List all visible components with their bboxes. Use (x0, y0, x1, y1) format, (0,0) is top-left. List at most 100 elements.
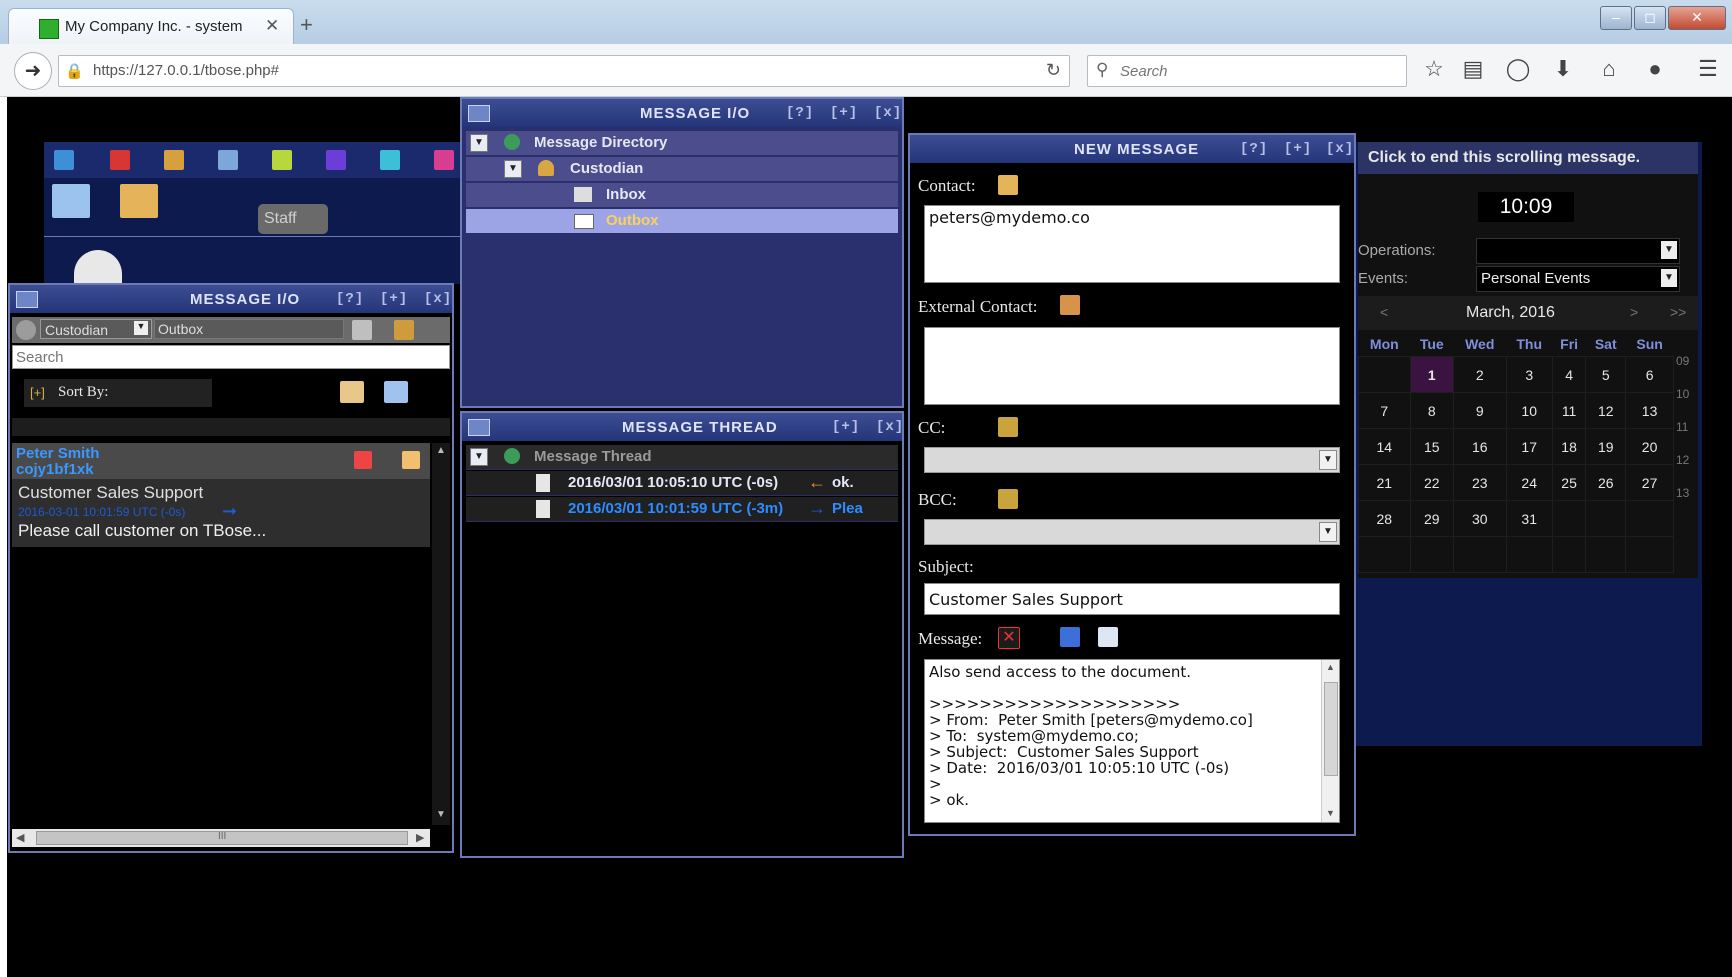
calendar-day-1[interactable]: 1 (1409, 356, 1454, 393)
tree-item-custodian[interactable]: ▼ Custodian (466, 157, 898, 182)
bcc-picker-icon[interactable] (998, 489, 1018, 509)
thread-entry-1[interactable]: 2016/03/01 10:05:10 UTC (-0s) ← ok. (466, 471, 898, 496)
sender-name[interactable]: Peter Smith (16, 445, 99, 462)
calendar-day-3[interactable]: 3 (1505, 356, 1553, 393)
calendar-day-5[interactable]: 5 (1585, 356, 1627, 393)
calendar-day-28[interactable]: 28 (1358, 500, 1411, 537)
external-contact-field[interactable] (924, 327, 1340, 405)
users-icon[interactable] (120, 184, 158, 218)
scroll-thumb[interactable] (1324, 682, 1338, 776)
collapse-icon[interactable]: ▼ (504, 160, 522, 178)
scroll-up-icon[interactable]: ▲ (436, 445, 446, 456)
calendar-day-17[interactable]: 17 (1505, 428, 1553, 465)
close-button[interactable]: [x] (874, 105, 902, 121)
thread-entry-2[interactable]: 2016/03/01 10:01:59 UTC (-3m) → Plea (466, 497, 898, 522)
expand-button[interactable]: [+] (832, 419, 860, 435)
scroll-up-icon[interactable]: ▲ (1326, 662, 1335, 672)
calendar-day-20[interactable]: 20 (1625, 428, 1674, 465)
expand-button[interactable]: [+] (830, 105, 858, 121)
calendar-day-14[interactable]: 14 (1358, 428, 1411, 465)
contact-field[interactable]: peters@mydemo.co (924, 205, 1340, 283)
help-button[interactable]: [?] (336, 291, 364, 307)
download-icon[interactable]: ⬇ (1548, 56, 1578, 82)
sender-id[interactable]: cojy1bf1xk (16, 461, 94, 478)
subject-field[interactable]: Customer Sales Support (924, 583, 1340, 615)
operations-select[interactable]: ▼ (1476, 238, 1680, 264)
scroll-right-icon[interactable]: ▶ (416, 831, 424, 844)
chevron-down-icon[interactable]: ▼ (134, 321, 148, 335)
calendar-day-4[interactable]: 4 (1551, 356, 1587, 393)
close-button[interactable]: [x] (1326, 141, 1354, 157)
calendar-day-2[interactable]: 2 (1452, 356, 1507, 393)
external-contact-icon[interactable] (1060, 295, 1080, 315)
body-scrollbar[interactable]: ▲ ▼ (1321, 660, 1339, 822)
collapse-icon[interactable]: ▼ (470, 448, 488, 466)
tree-item-message-directory[interactable]: ▼ Message Directory (466, 131, 898, 156)
staff-button[interactable]: Staff (258, 204, 328, 234)
reload-icon[interactable]: ↻ (1046, 60, 1061, 81)
menu-icon[interactable]: ☰ (1693, 56, 1723, 82)
calendar-day-19[interactable]: 19 (1585, 428, 1627, 465)
new-tab-button[interactable]: + (300, 12, 313, 38)
collapse-icon[interactable]: ▼ (470, 134, 488, 152)
cc-select[interactable]: ▼ (924, 447, 1340, 473)
pocket-icon[interactable]: ◯ (1503, 56, 1533, 82)
chat-icon[interactable]: ● (1640, 56, 1670, 82)
sort-bar[interactable]: [+] Sort By: (24, 379, 212, 407)
calendar-day-9[interactable]: 9 (1452, 392, 1507, 429)
close-button[interactable]: [x] (424, 291, 452, 307)
compose-icon[interactable] (384, 381, 408, 403)
tree-item-outbox[interactable]: Outbox (466, 209, 898, 234)
calendar-day-31[interactable]: 31 (1505, 500, 1553, 537)
tool-icon[interactable] (434, 150, 454, 170)
star-icon[interactable]: ☆ (1419, 56, 1449, 82)
vertical-scrollbar[interactable]: ▲ ▼ (432, 443, 450, 825)
calendar-day-30[interactable]: 30 (1452, 500, 1507, 537)
calendar-day-8[interactable]: 8 (1409, 392, 1454, 429)
calendar-day-18[interactable]: 18 (1551, 428, 1587, 465)
next-month-button[interactable]: > (1630, 304, 1638, 320)
monitor-icon[interactable] (218, 150, 238, 170)
bank-icon[interactable] (164, 150, 184, 170)
calendar-day-15[interactable]: 15 (1409, 428, 1454, 465)
calendar-day-7[interactable]: 7 (1358, 392, 1411, 429)
messages-icon[interactable] (52, 184, 90, 218)
next-year-button[interactable]: >> (1670, 304, 1686, 320)
tools-icon[interactable] (394, 320, 414, 340)
close-window-icon[interactable]: ✕ (1668, 6, 1726, 30)
back-arrow-icon[interactable]: ➜ (14, 52, 52, 90)
notes-icon[interactable] (402, 451, 420, 469)
maximize-icon[interactable]: ◻ (1634, 6, 1666, 30)
tree-item-inbox[interactable]: Inbox (466, 183, 898, 208)
events-select[interactable]: Personal Events ▼ (1476, 266, 1680, 292)
expand-button[interactable]: [+] (1284, 141, 1312, 157)
chevron-down-icon[interactable]: ▼ (1319, 522, 1337, 542)
browser-search-input[interactable] (1118, 60, 1392, 82)
scroll-left-icon[interactable]: ◀ (16, 831, 24, 844)
thread-root[interactable]: ▼ Message Thread (466, 445, 898, 470)
calendar-day-27[interactable]: 27 (1625, 464, 1674, 501)
attach-link-icon[interactable] (1060, 627, 1080, 647)
folder-name-field[interactable]: Outbox (154, 319, 344, 339)
network-icon[interactable] (272, 150, 292, 170)
sort-expand[interactable]: [+] (30, 385, 45, 400)
calendar-day-22[interactable]: 22 (1409, 464, 1454, 501)
clear-icon[interactable]: ✕ (998, 627, 1020, 649)
calendar-day-25[interactable]: 25 (1551, 464, 1587, 501)
envelope-icon[interactable] (340, 381, 364, 403)
settings-icon[interactable] (326, 150, 346, 170)
contact-picker-icon[interactable] (998, 175, 1018, 195)
calendar-day-29[interactable]: 29 (1409, 500, 1454, 537)
home-icon[interactable]: ⌂ (1594, 56, 1624, 82)
message-search-input[interactable] (12, 345, 450, 369)
scroll-message[interactable]: Click to end this scrolling message. (1368, 149, 1640, 167)
chevron-down-icon[interactable]: ▼ (1661, 241, 1677, 259)
scroll-message-bar[interactable]: Click to end this scrolling message. (1358, 142, 1698, 174)
calendar-day-13[interactable]: 13 (1625, 392, 1674, 429)
app-icon-1[interactable] (54, 150, 74, 170)
chevron-down-icon[interactable]: ▼ (1661, 269, 1677, 287)
horizontal-scrollbar[interactable]: ◀ III ▶ (12, 829, 430, 847)
window-icon[interactable] (380, 150, 400, 170)
tree-icon[interactable] (352, 320, 372, 340)
message-body-field[interactable]: Also send access to the document. >>>>>>… (924, 659, 1340, 823)
